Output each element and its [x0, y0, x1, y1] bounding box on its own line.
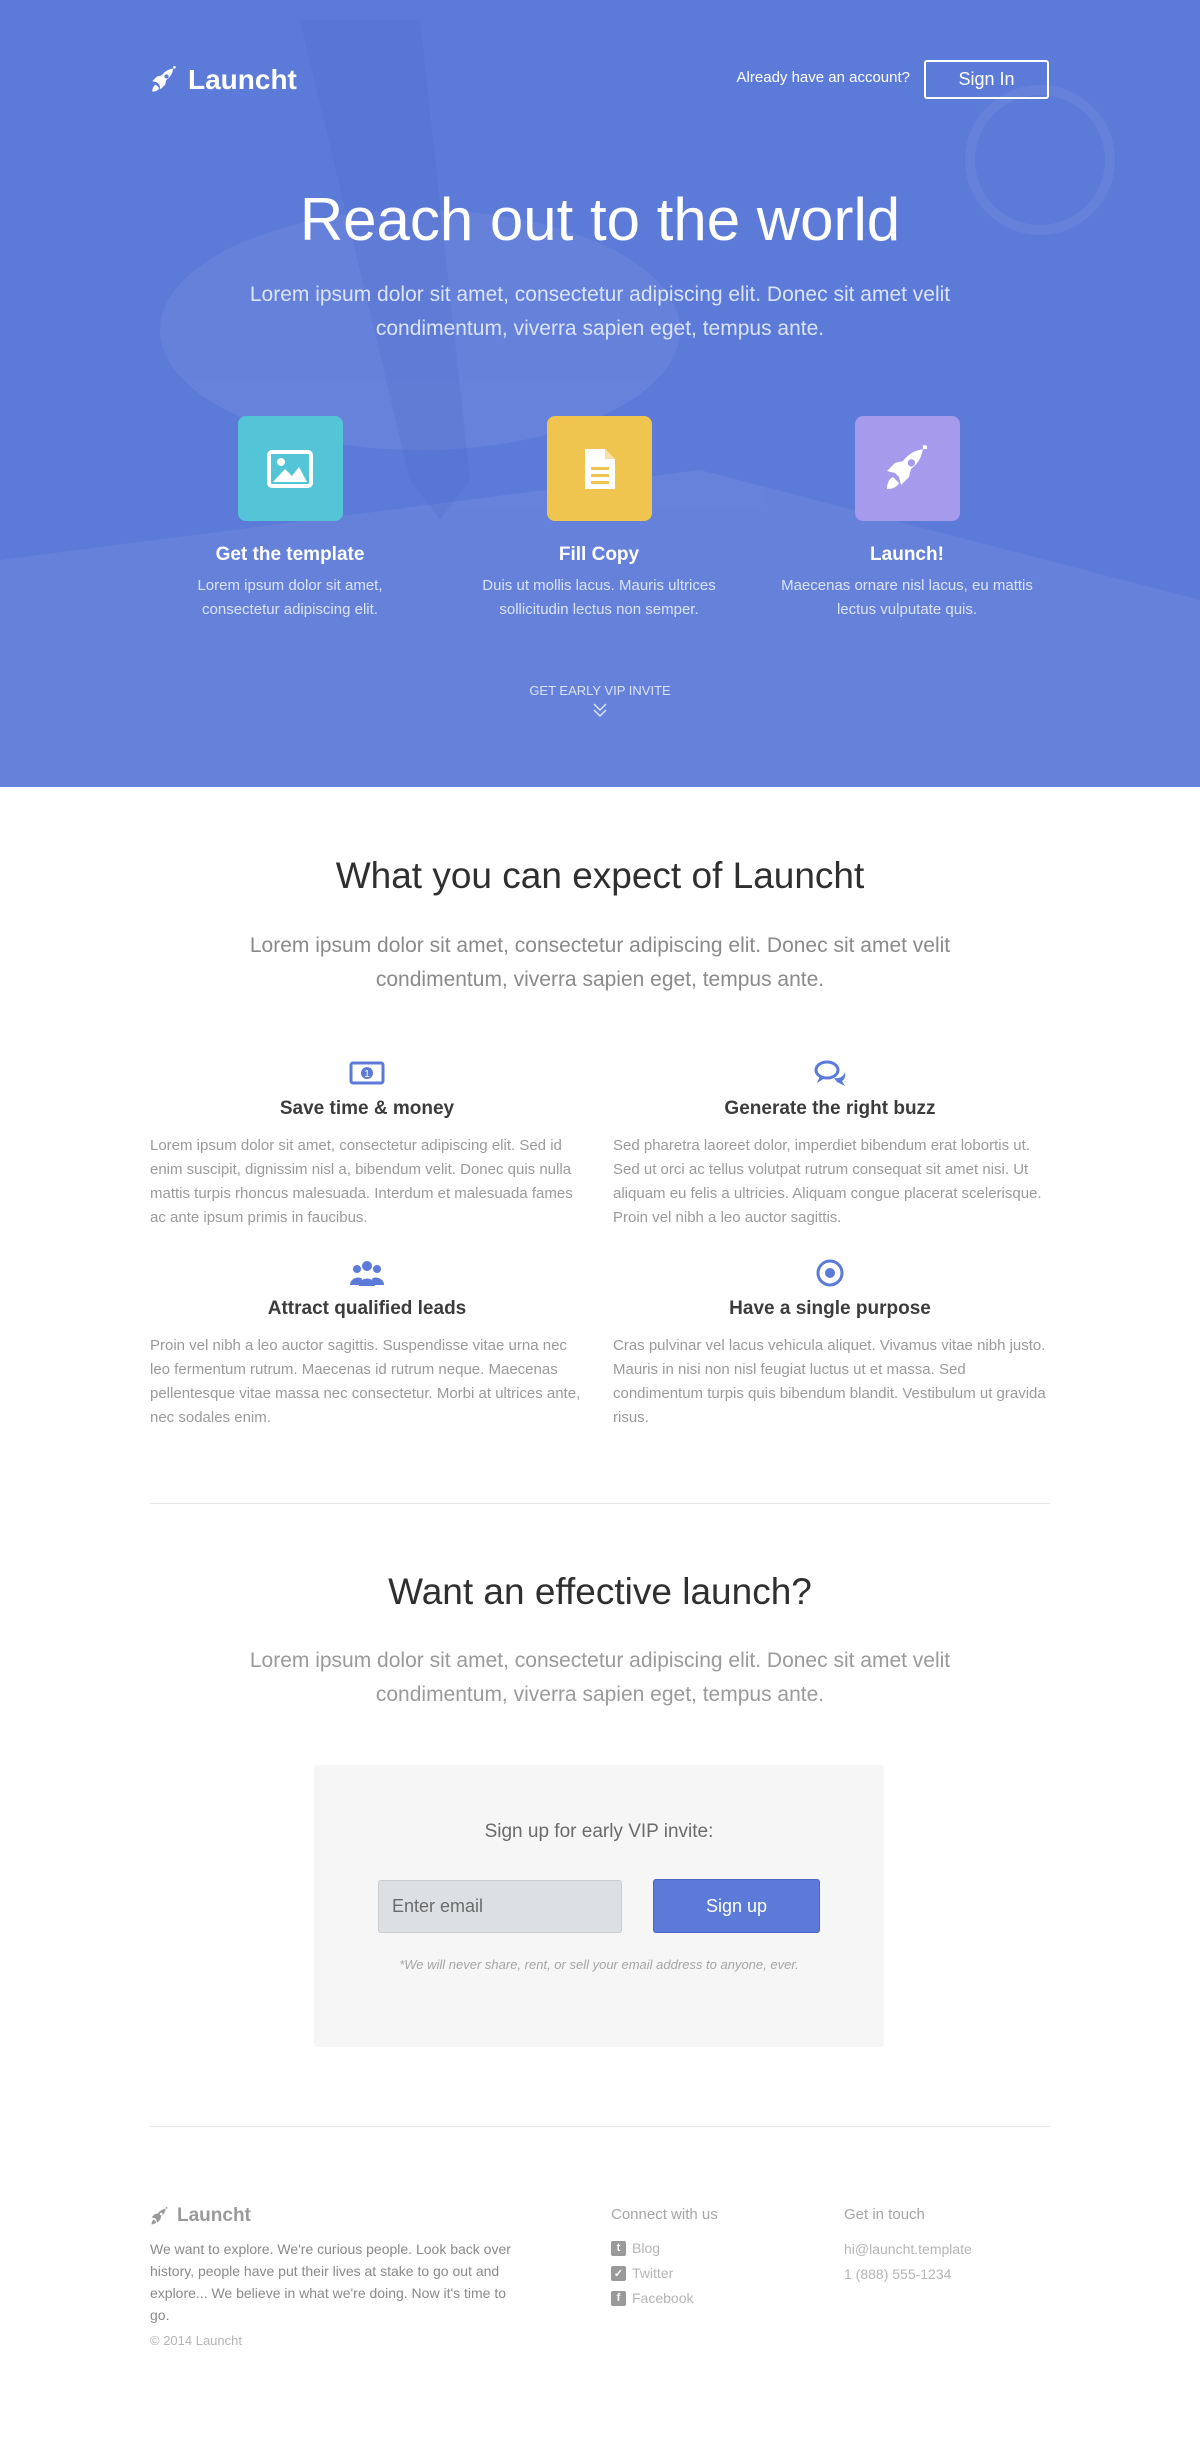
launch-title: Want an effective launch? [388, 1571, 812, 1612]
target-icon [816, 1259, 844, 1287]
signup-box: Sign up for early VIP invite: Sign up *W… [314, 1765, 884, 2047]
image-icon [267, 449, 313, 488]
feature-attract-leads: Attract qualified leads Proin vel nibh a… [150, 1258, 584, 1430]
hero-background-illustration [0, 20, 1200, 787]
document-icon [585, 448, 615, 489]
step-text: Lorem ipsum dolor sit amet, consectetur … [197, 577, 383, 618]
step-tile [237, 416, 343, 521]
brand-logo[interactable]: Launcht [150, 64, 297, 96]
footer-copyright: © 2014 Launcht [150, 2333, 242, 2348]
rocket-logo-icon [151, 2206, 168, 2224]
privacy-note: *We will never share, rent, or sell your… [399, 1957, 799, 1972]
contact-email-link[interactable]: hi@launcht.template [844, 2241, 972, 2257]
step-get-template: Get the template Lorem ipsum dolor sit a… [140, 416, 440, 622]
step-title: Get the template [215, 544, 365, 565]
feature-save-time: 1 Save time & money Lorem ipsum dolor si… [150, 1058, 584, 1230]
contact-phone: 1 (888) 555-1234 [844, 2266, 952, 2282]
footer-brand-logo[interactable]: Launcht [150, 2205, 251, 2227]
social-link-blog[interactable]: t Blog [611, 2240, 660, 2256]
feature-text: Proin vel nibh a leo auctor sagittis. Su… [150, 1337, 581, 1426]
footer-brand-name: Launcht [177, 2205, 251, 2226]
feature-title: Generate the right buzz [724, 1098, 936, 1119]
signup-button[interactable]: Sign up [653, 1879, 820, 1933]
launch-lead: Lorem ipsum dolor sit amet, consectetur … [249, 1649, 951, 1706]
step-tile [854, 416, 960, 521]
section-divider [150, 1503, 1050, 1504]
connect-title: Connect with us [611, 2206, 718, 2223]
brand-name: Launcht [188, 64, 297, 95]
signup-title: Sign up for early VIP invite: [484, 1821, 714, 1842]
chat-bubbles-icon [814, 1060, 846, 1086]
step-title: Fill Copy [558, 544, 640, 565]
email-input[interactable] [378, 1880, 622, 1933]
step-launch: Launch! Maecenas ornare nisl lacus, eu m… [757, 416, 1057, 622]
feature-title: Save time & money [279, 1098, 455, 1119]
rocket-icon [887, 444, 927, 489]
users-icon [350, 1261, 384, 1286]
double-chevron-down-icon[interactable] [591, 702, 609, 718]
hero-section: Launcht Already have an account? Sign In… [0, 0, 1200, 787]
feature-text: Lorem ipsum dolor sit amet, consectetur … [150, 1137, 573, 1226]
footer-about: We want to explore. We're curious people… [150, 2241, 511, 2323]
rocket-logo-icon [152, 66, 176, 92]
feature-text: Sed pharetra laoreet dolor, imperdiet bi… [613, 1137, 1042, 1226]
step-text: Duis ut mollis lacus. Mauris ultrices so… [482, 577, 716, 618]
step-title: Launch! [870, 544, 944, 565]
sign-in-button[interactable]: Sign In [924, 60, 1049, 99]
account-prompt: Already have an account? [736, 69, 910, 86]
hero-lead: Lorem ipsum dolor sit amet, consectetur … [249, 283, 951, 340]
footer-divider [150, 2126, 1050, 2127]
social-label: Blog [632, 2240, 661, 2256]
social-label: Twitter [632, 2265, 674, 2281]
feature-generate-buzz: Generate the right buzz Sed pharetra lao… [613, 1058, 1047, 1230]
feature-text: Cras pulvinar vel lacus vehicula aliquet… [613, 1337, 1046, 1426]
feature-title: Attract qualified leads [267, 1298, 467, 1319]
social-label: Facebook [632, 2290, 694, 2306]
social-link-twitter[interactable]: ✓ Twitter [611, 2265, 673, 2281]
tumblr-icon: t [611, 2240, 626, 2256]
twitter-icon: ✓ [611, 2265, 626, 2281]
social-link-facebook[interactable]: f Facebook [611, 2290, 693, 2306]
step-tile [546, 416, 652, 521]
step-text: Maecenas ornare nisl lacus, eu mattis le… [781, 577, 1033, 618]
step-fill-copy: Fill Copy Duis ut mollis lacus. Mauris u… [449, 416, 749, 622]
features-title: What you can expect of Launcht [335, 855, 865, 896]
facebook-icon: f [611, 2290, 626, 2306]
money-icon: 1 [349, 1061, 385, 1085]
feature-single-purpose: Have a single purpose Cras pulvinar vel … [613, 1258, 1047, 1430]
vip-invite-link[interactable]: GET EARLY VIP INVITE [0, 683, 1200, 698]
features-lead: Lorem ipsum dolor sit amet, consectetur … [249, 934, 951, 991]
svg-text:1: 1 [364, 1069, 370, 1080]
contact-title: Get in touch [844, 2206, 925, 2223]
hero-title: Reach out to the world [299, 186, 901, 253]
feature-title: Have a single purpose [729, 1298, 931, 1319]
